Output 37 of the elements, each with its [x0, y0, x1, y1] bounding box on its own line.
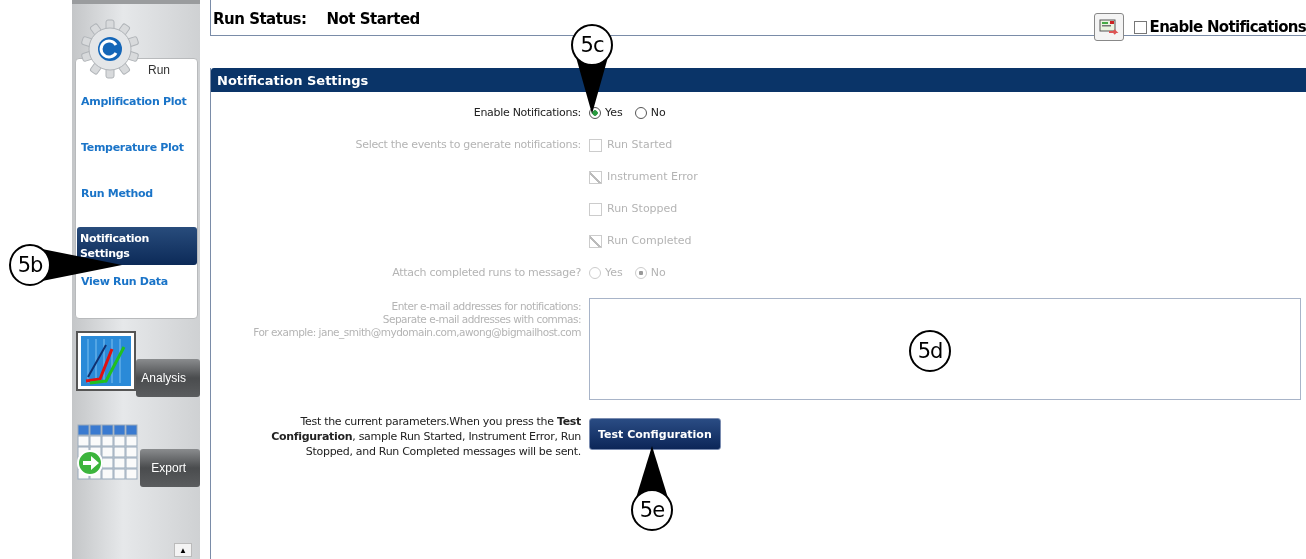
radio-label: Yes [605, 106, 623, 119]
checkbox-label: Instrument Error [607, 170, 698, 183]
callout-badge: 5c [571, 24, 613, 66]
checkbox-label: Run Started [607, 138, 673, 151]
field-label: Attach completed runs to message? [391, 266, 581, 281]
instruction-text: For example: jane_smith@mydomain.com,awong@bigmailhost.com [252, 326, 581, 338]
nav-item[interactable]: Amplification Plot [76, 95, 197, 125]
checkbox-label: Run Stopped [607, 202, 678, 215]
test-configuration-button[interactable]: Test Configuration [589, 418, 721, 450]
nav-item[interactable]: Run Method [76, 171, 197, 217]
checkbox[interactable] [1133, 20, 1147, 34]
radio-label: Yes [605, 266, 623, 279]
field-label: Enable Notifications: [472, 106, 581, 121]
section-label[interactable]: Run [148, 63, 170, 77]
notification-icon-button[interactable] [1093, 13, 1124, 41]
export-button[interactable]: Export [140, 449, 200, 487]
nav-item[interactable]: Temperature Plot [76, 125, 197, 171]
scroll-up-button[interactable]: ▲ [174, 543, 192, 557]
instruction-text: Enter e-mail addresses for notifications: [390, 300, 581, 312]
export-table-icon [76, 421, 140, 481]
nav-item[interactable]: View Run Data [76, 265, 197, 305]
nav-item[interactable]: Notification Settings [77, 227, 197, 265]
run-status-value: Not Started [326, 10, 420, 28]
field-label: Select the events to generate notifications: [354, 138, 581, 153]
radio-label: No [650, 106, 666, 119]
radio-label: No [650, 266, 666, 279]
callout-badge: 5e [631, 489, 673, 531]
chart-icon [76, 331, 136, 391]
radio-button[interactable] [634, 107, 647, 119]
callout-badge: 5b [9, 244, 51, 286]
checkbox-label: Enable Notifications [1149, 18, 1306, 36]
panel-header: Notification Settings [211, 68, 1306, 92]
test-description: Test the current parameters.When you press the Test Configuration, sample Run Started, Instrument Error, Run Stopped, and Run Completed messages will be sent. [270, 414, 581, 459]
checkbox-label: Run Completed [607, 234, 692, 247]
run-status-label: Run Status: [213, 10, 307, 28]
instruction-text: Separate e-mail addresses with commas: [381, 313, 581, 325]
analysis-button[interactable]: Analysis [136, 359, 200, 397]
